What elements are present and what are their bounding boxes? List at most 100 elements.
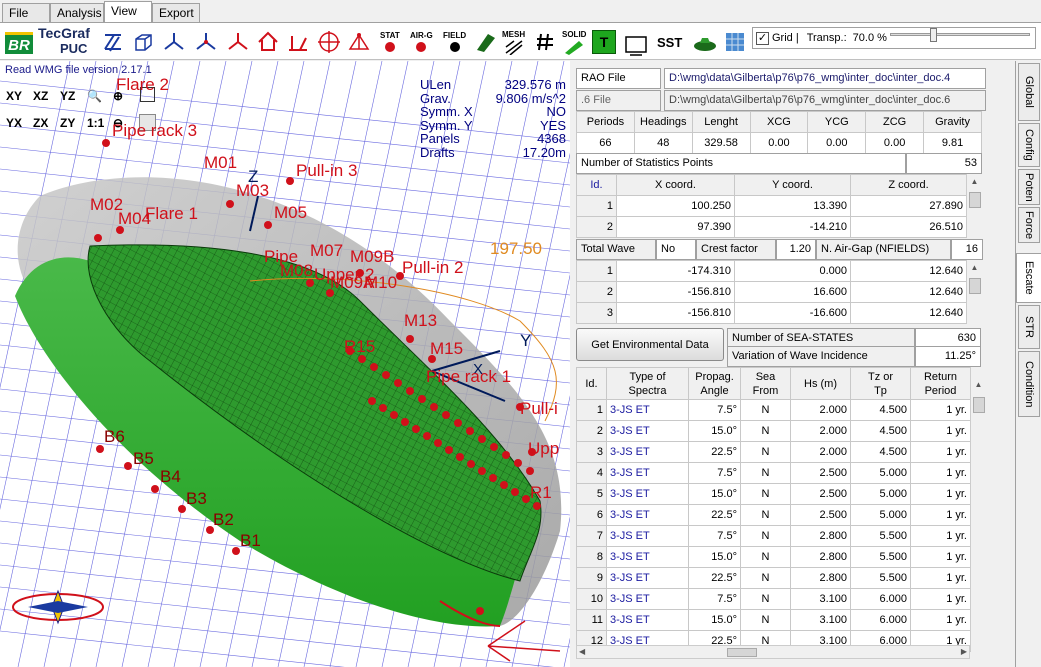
table-row[interactable]: 11 3-JS ET 15.0° N 3.100 6.000 1 yr. [576, 609, 971, 631]
table-cell[interactable]: 12.640 [850, 302, 967, 324]
table-cell[interactable]: -156.810 [616, 281, 735, 303]
table-cell[interactable]: 1 yr. [910, 546, 971, 568]
table-row[interactable]: 10 3-JS ET 7.5° N 3.100 6.000 1 yr. [576, 588, 971, 610]
table-cell[interactable]: N [740, 546, 791, 568]
table-cell[interactable]: 1 yr. [910, 588, 971, 610]
nairgap-value[interactable]: 16 [951, 239, 983, 260]
table-cell[interactable]: 7.5° [688, 399, 741, 421]
view-zx-button[interactable]: ZX [33, 116, 48, 130]
box-view-icon[interactable] [132, 27, 154, 57]
table-cell[interactable]: 1 yr. [910, 483, 971, 505]
table-cell[interactable]: 2.000 [790, 441, 851, 463]
menu-tab-view[interactable]: View [104, 1, 152, 22]
table-row[interactable]: 9 3-JS ET 22.5° N 2.800 5.500 1 yr. [576, 567, 971, 589]
table-cell[interactable]: 4.500 [850, 441, 911, 463]
table-cell[interactable]: 2.500 [790, 504, 851, 526]
table-cell[interactable]: 97.390 [616, 216, 735, 238]
view-xz-button[interactable]: XZ [33, 89, 48, 103]
normals-icon[interactable] [286, 27, 310, 57]
axes-red-icon[interactable] [226, 27, 250, 57]
table-cell[interactable]: 2.000 [790, 399, 851, 421]
stat-points-count[interactable]: 53 [906, 153, 982, 174]
table-cell[interactable]: 6.000 [850, 588, 911, 610]
table-cell[interactable]: -174.310 [616, 260, 735, 282]
table-cell[interactable]: 1 yr. [910, 462, 971, 484]
tab-condition[interactable]: Condition [1018, 351, 1040, 417]
crest-factor-value[interactable]: 1.20 [776, 239, 816, 260]
table-cell[interactable]: 5.500 [850, 567, 911, 589]
table-cell[interactable]: 7.5° [688, 462, 741, 484]
table-cell[interactable]: 7.5° [688, 525, 741, 547]
table-cell[interactable]: N [740, 525, 791, 547]
axes-icon[interactable] [162, 27, 186, 57]
table-cell[interactable]: 27.890 [850, 195, 967, 217]
table-cell[interactable]: 5.000 [850, 504, 911, 526]
table-cell[interactable]: 16.600 [734, 281, 851, 303]
hatch-tool-icon[interactable] [102, 27, 124, 57]
table-cell[interactable]: 1 yr. [910, 420, 971, 442]
wireframe-icon[interactable] [724, 27, 746, 57]
house-icon[interactable] [256, 27, 280, 57]
table-cell[interactable]: 1 yr. [910, 567, 971, 589]
table-cell[interactable]: 0.00 [807, 132, 867, 154]
airgap-scrollbar[interactable]: ▲ [966, 260, 982, 323]
table-cell[interactable]: N [740, 588, 791, 610]
tab-escate[interactable]: Escate [1016, 253, 1041, 303]
table-cell[interactable]: 12.640 [850, 260, 967, 282]
transparency-slider[interactable] [890, 28, 1030, 42]
table-cell[interactable]: 3-JS ET [606, 504, 689, 526]
table-cell[interactable]: 66 [576, 132, 635, 154]
menu-tab-export[interactable]: Export [152, 3, 200, 22]
table-cell[interactable]: N [740, 567, 791, 589]
table-cell[interactable]: N [740, 441, 791, 463]
table-cell[interactable]: 3-JS ET [606, 420, 689, 442]
table-cell[interactable]: 5.000 [850, 462, 911, 484]
table-cell[interactable]: 15.0° [688, 546, 741, 568]
sea-states-vscrollbar[interactable]: ▲ [970, 367, 986, 651]
table-cell[interactable]: N [740, 420, 791, 442]
table-cell[interactable]: 22.5° [688, 441, 741, 463]
sst-button[interactable]: SST [657, 27, 682, 57]
screen-icon[interactable] [624, 31, 648, 61]
stat-points-scrollbar[interactable]: ▲ [966, 174, 982, 237]
table-cell[interactable]: 2.800 [790, 567, 851, 589]
tab-force[interactable]: Force [1018, 207, 1040, 243]
table-cell[interactable]: 3-JS ET [606, 546, 689, 568]
table-row[interactable]: 3 -156.810 -16.600 12.640 [576, 302, 967, 324]
table-cell[interactable]: N [740, 609, 791, 631]
table-cell[interactable]: 1 yr. [910, 399, 971, 421]
table-cell[interactable]: 6.000 [850, 609, 911, 631]
view-yx-button[interactable]: YX [6, 116, 22, 130]
table-cell[interactable]: 15.0° [688, 609, 741, 631]
tab-poten[interactable]: Poten [1018, 169, 1040, 205]
solid-tool[interactable]: SOLID [562, 27, 586, 57]
table-cell[interactable]: 329.58 [691, 132, 751, 154]
table-cell[interactable]: 1 yr. [910, 504, 971, 526]
table-cell[interactable]: 5.500 [850, 525, 911, 547]
table-cell[interactable]: 0.00 [749, 132, 809, 154]
table-cell[interactable]: 3-JS ET [606, 525, 689, 547]
table-row[interactable]: 4 3-JS ET 7.5° N 2.500 5.000 1 yr. [576, 462, 971, 484]
hash-grid-icon[interactable] [534, 27, 556, 57]
airg-tool[interactable]: AIR-G [410, 27, 433, 57]
stat-tool[interactable]: STAT [380, 27, 400, 57]
table-cell[interactable]: 0.000 [734, 260, 851, 282]
table-cell[interactable]: N [740, 399, 791, 421]
sea-states-hscrollbar[interactable]: ◀ ▶ [576, 645, 970, 659]
table-cell[interactable]: 2.800 [790, 546, 851, 568]
table-cell[interactable]: 3.100 [790, 588, 851, 610]
view-1to1-button[interactable]: 1:1 [87, 116, 104, 130]
menu-tab-analysis[interactable]: Analysis [50, 3, 104, 22]
menu-tab-file[interactable]: File [2, 3, 50, 22]
tab-str[interactable]: STR [1018, 305, 1040, 349]
text-tool-button[interactable]: T [592, 30, 616, 54]
table-cell[interactable]: 3-JS ET [606, 609, 689, 631]
table-cell[interactable]: -16.600 [734, 302, 851, 324]
table-cell[interactable]: 48 [633, 132, 693, 154]
table-cell[interactable]: 7.5° [688, 588, 741, 610]
table-row[interactable]: 6 3-JS ET 22.5° N 2.500 5.000 1 yr. [576, 504, 971, 526]
table-cell[interactable]: 12.640 [850, 281, 967, 303]
table-cell[interactable]: 3-JS ET [606, 399, 689, 421]
table-cell[interactable]: 3-JS ET [606, 462, 689, 484]
table-cell[interactable]: -14.210 [734, 216, 851, 238]
